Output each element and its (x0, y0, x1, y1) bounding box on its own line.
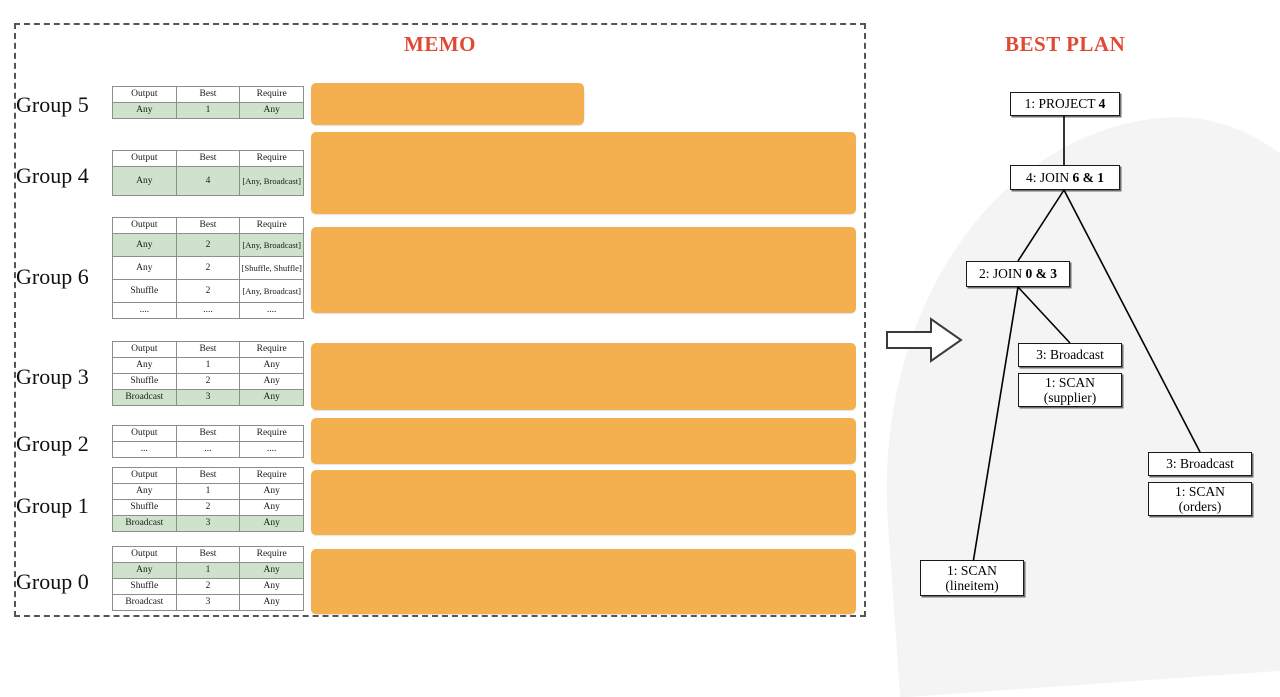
memo-band-group4 (311, 132, 856, 214)
memo-band-group5 (311, 83, 584, 125)
plan-node-scan-supplier[interactable]: 1: SCAN (supplier) (1018, 373, 1122, 407)
node-line1: 1: SCAN (1045, 374, 1095, 390)
memo-band-group1 (311, 470, 856, 535)
memo-title: MEMO (404, 32, 476, 56)
node-bold: 6 & 1 (1072, 169, 1105, 185)
node-text: 2: JOIN (979, 266, 1026, 282)
plan-node-join-0-3[interactable]: 2: JOIN 0 & 3 (966, 261, 1070, 287)
plan-node-join-6-1[interactable]: 4: JOIN 6 & 1 (1010, 165, 1120, 190)
plan-node-scan-orders[interactable]: 1: SCAN (orders) (1148, 482, 1252, 516)
node-text: 1: PROJECT (1024, 96, 1099, 112)
memo-band-group3 (311, 343, 856, 410)
plan-node-project[interactable]: 1: PROJECT 4 (1010, 92, 1120, 116)
node-text: 4: JOIN (1026, 169, 1073, 185)
plan-node-scan-lineitem[interactable]: 1: SCAN (lineitem) (920, 560, 1024, 596)
memo-band-group2 (311, 418, 856, 464)
node-bold: 0 & 3 (1025, 266, 1058, 282)
best-plan-title: BEST PLAN (1005, 32, 1126, 56)
node-line1: 1: SCAN (1175, 483, 1225, 499)
plan-node-broadcast-orders[interactable]: 3: Broadcast (1148, 452, 1252, 476)
memo-band-group0 (311, 549, 856, 614)
node-line1: 1: SCAN (947, 562, 997, 578)
node-bold: 4 (1098, 96, 1106, 112)
plan-node-broadcast-supplier[interactable]: 3: Broadcast (1018, 343, 1122, 367)
node-line2: (lineitem) (945, 578, 999, 593)
memo-band-group6 (311, 227, 856, 313)
node-line2: (orders) (1178, 499, 1222, 514)
right-arrow-icon (886, 317, 963, 363)
node-line2: (supplier) (1043, 390, 1097, 405)
